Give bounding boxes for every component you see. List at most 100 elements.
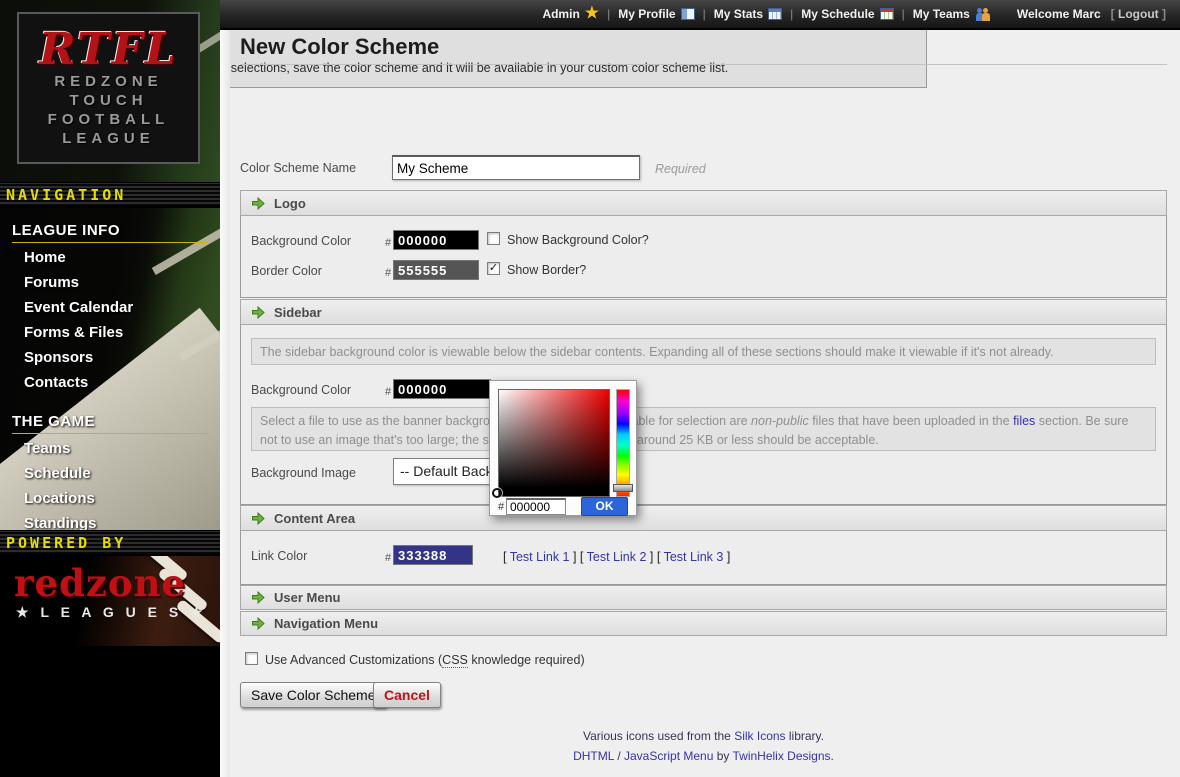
footer-text: / [614,749,624,763]
sidebar-item-standings[interactable]: Standings [0,511,220,530]
hash-prefix: # [385,386,391,398]
sidebar-item-contacts[interactable]: Contacts [0,370,220,395]
sidebar-item-forums[interactable]: Forums [0,270,220,295]
topbar-item-my-schedule[interactable]: My Schedule [801,7,893,21]
logo-bg-color-label: Background Color [251,234,351,248]
sidebar-item-sponsors[interactable]: Sponsors [0,345,220,370]
powered-by-header: POWERED BY [0,530,220,555]
people-icon [975,8,991,21]
javascript-menu-link[interactable]: JavaScript Menu [624,749,713,763]
show-border-checkbox[interactable]: ✓ [487,262,500,275]
saturation-value-square[interactable] [498,389,610,497]
bracket: [ [580,550,587,564]
bracket: ] [723,550,730,564]
sidebar-item-schedule[interactable]: Schedule [0,461,220,486]
sidebar-bg-color-swatch[interactable]: 000000 [393,379,491,399]
title-divider [240,64,1167,65]
league-logo: RTFL REDZONE TOUCH FOOTBALL LEAGUE [17,12,200,164]
bracket: ] [570,550,580,564]
link-color-swatch[interactable]: 333388 [393,545,473,565]
show-bg-color-label: Show Background Color? [507,233,649,247]
section-header-user-menu[interactable]: User Menu [240,585,1167,610]
sidebar-item-home[interactable]: Home [0,245,220,270]
topbar-separator: | [703,7,706,21]
topbar-separator: | [790,7,793,21]
section-header-sidebar[interactable]: Sidebar [240,299,1167,325]
footer-credits-menu: DHTML / JavaScript Menu by TwinHelix Des… [240,749,1167,763]
section-title: Navigation Menu [274,616,378,631]
silk-icons-link[interactable]: Silk Icons [734,729,785,743]
cancel-button[interactable]: Cancel [373,682,441,708]
show-border-label: Show Border? [507,263,586,277]
sidebar-bg-color-label: Background Color [251,383,351,397]
test-link-2[interactable]: Test Link 2 [587,550,647,564]
color-picker-popup: # OK [489,380,637,516]
page-title: New Color Scheme [240,34,439,60]
color-scheme-name-label: Color Scheme Name [240,161,356,175]
section-title: Content Area [274,511,355,526]
picker-hex-input[interactable] [506,498,566,515]
section-header-logo[interactable]: Logo [240,190,1167,216]
logo-border-color-label: Border Color [251,264,322,278]
content-left-gutter [220,30,230,777]
color-selection-cursor[interactable] [492,488,502,498]
topbar-item-label: My Teams [913,7,970,21]
bracket: ] [1162,7,1166,21]
save-color-scheme-button[interactable]: Save Color Scheme [240,682,387,708]
calculator-icon [768,8,782,20]
logo-border-color-swatch[interactable]: 555555 [393,260,479,280]
show-bg-color-checkbox[interactable] [487,232,500,245]
picker-ok-button[interactable]: OK [581,497,628,516]
redzone-logo-subtext: ★ L E A G U E S ★ [16,604,220,621]
test-link-3[interactable]: Test Link 3 [664,550,724,564]
topbar-item-my-stats[interactable]: My Stats [714,7,782,21]
twinhelix-link[interactable]: TwinHelix Designs [733,749,831,763]
footer-text: by [713,749,732,763]
bracket: ] [646,550,656,564]
nav-section-league-info: LEAGUE INFO [12,222,208,243]
sidebar-item-teams[interactable]: Teams [0,436,220,461]
hash-prefix: # [385,552,391,564]
css-abbr: CSS [442,653,468,668]
required-note: Required [655,162,706,176]
welcome-text: Welcome Marc [1017,7,1101,21]
hash-prefix: # [385,267,391,279]
note-text: files that have been uploaded in the [809,414,1013,428]
topbar-item-admin[interactable]: Admin ★ [542,7,599,21]
topbar-item-my-teams[interactable]: My Teams [913,7,991,21]
section-header-content-area[interactable]: Content Area [240,505,1167,531]
logo-bg-color-swatch[interactable]: 000000 [393,230,479,250]
section-header-navigation-menu[interactable]: Navigation Menu [240,611,1167,636]
footer-text: library. [786,729,824,743]
redzone-logo-text: redzone [14,564,220,602]
topbar-separator: | [607,7,610,21]
sidebar-nav: LEAGUE INFO Home Forums Event Calendar F… [0,208,220,530]
footer-text: . [831,749,834,763]
files-link[interactable]: files [1013,414,1035,428]
star-icon: ★ [585,8,599,20]
section-body-logo: Background Color # 000000 Show Backgroun… [240,216,1167,298]
color-scheme-name-input[interactable] [392,155,640,180]
topbar-item-label: Admin [542,7,579,21]
footer-credits-icons: Various icons used from the Silk Icons l… [240,729,1167,743]
league-logo-line: TOUCH [19,91,198,110]
topbar-item-label: My Profile [618,7,675,21]
logout-link[interactable]: [ Logout ] [1111,7,1166,21]
sidebar-item-event-calendar[interactable]: Event Calendar [0,295,220,320]
sidebar-item-locations[interactable]: Locations [0,486,220,511]
green-arrow-icon [251,306,265,319]
topbar-item-my-profile[interactable]: My Profile [618,7,694,21]
test-link-1[interactable]: Test Link 1 [510,550,570,564]
sidebar-item-forms-files[interactable]: Forms & Files [0,320,220,345]
topbar-item-label: My Stats [714,7,763,21]
section-title: User Menu [274,590,340,605]
dhtml-link[interactable]: DHTML [573,749,614,763]
green-arrow-icon [251,617,265,630]
hue-slider-bar[interactable] [616,389,630,497]
sidebar: RTFL REDZONE TOUCH FOOTBALL LEAGUE NAVIG… [0,0,220,777]
hue-slider-handle[interactable] [613,484,633,492]
green-arrow-icon [251,591,265,604]
nav-section-the-game: THE GAME [12,413,208,434]
advanced-customizations-checkbox[interactable] [245,652,258,665]
section-title: Sidebar [274,305,322,320]
